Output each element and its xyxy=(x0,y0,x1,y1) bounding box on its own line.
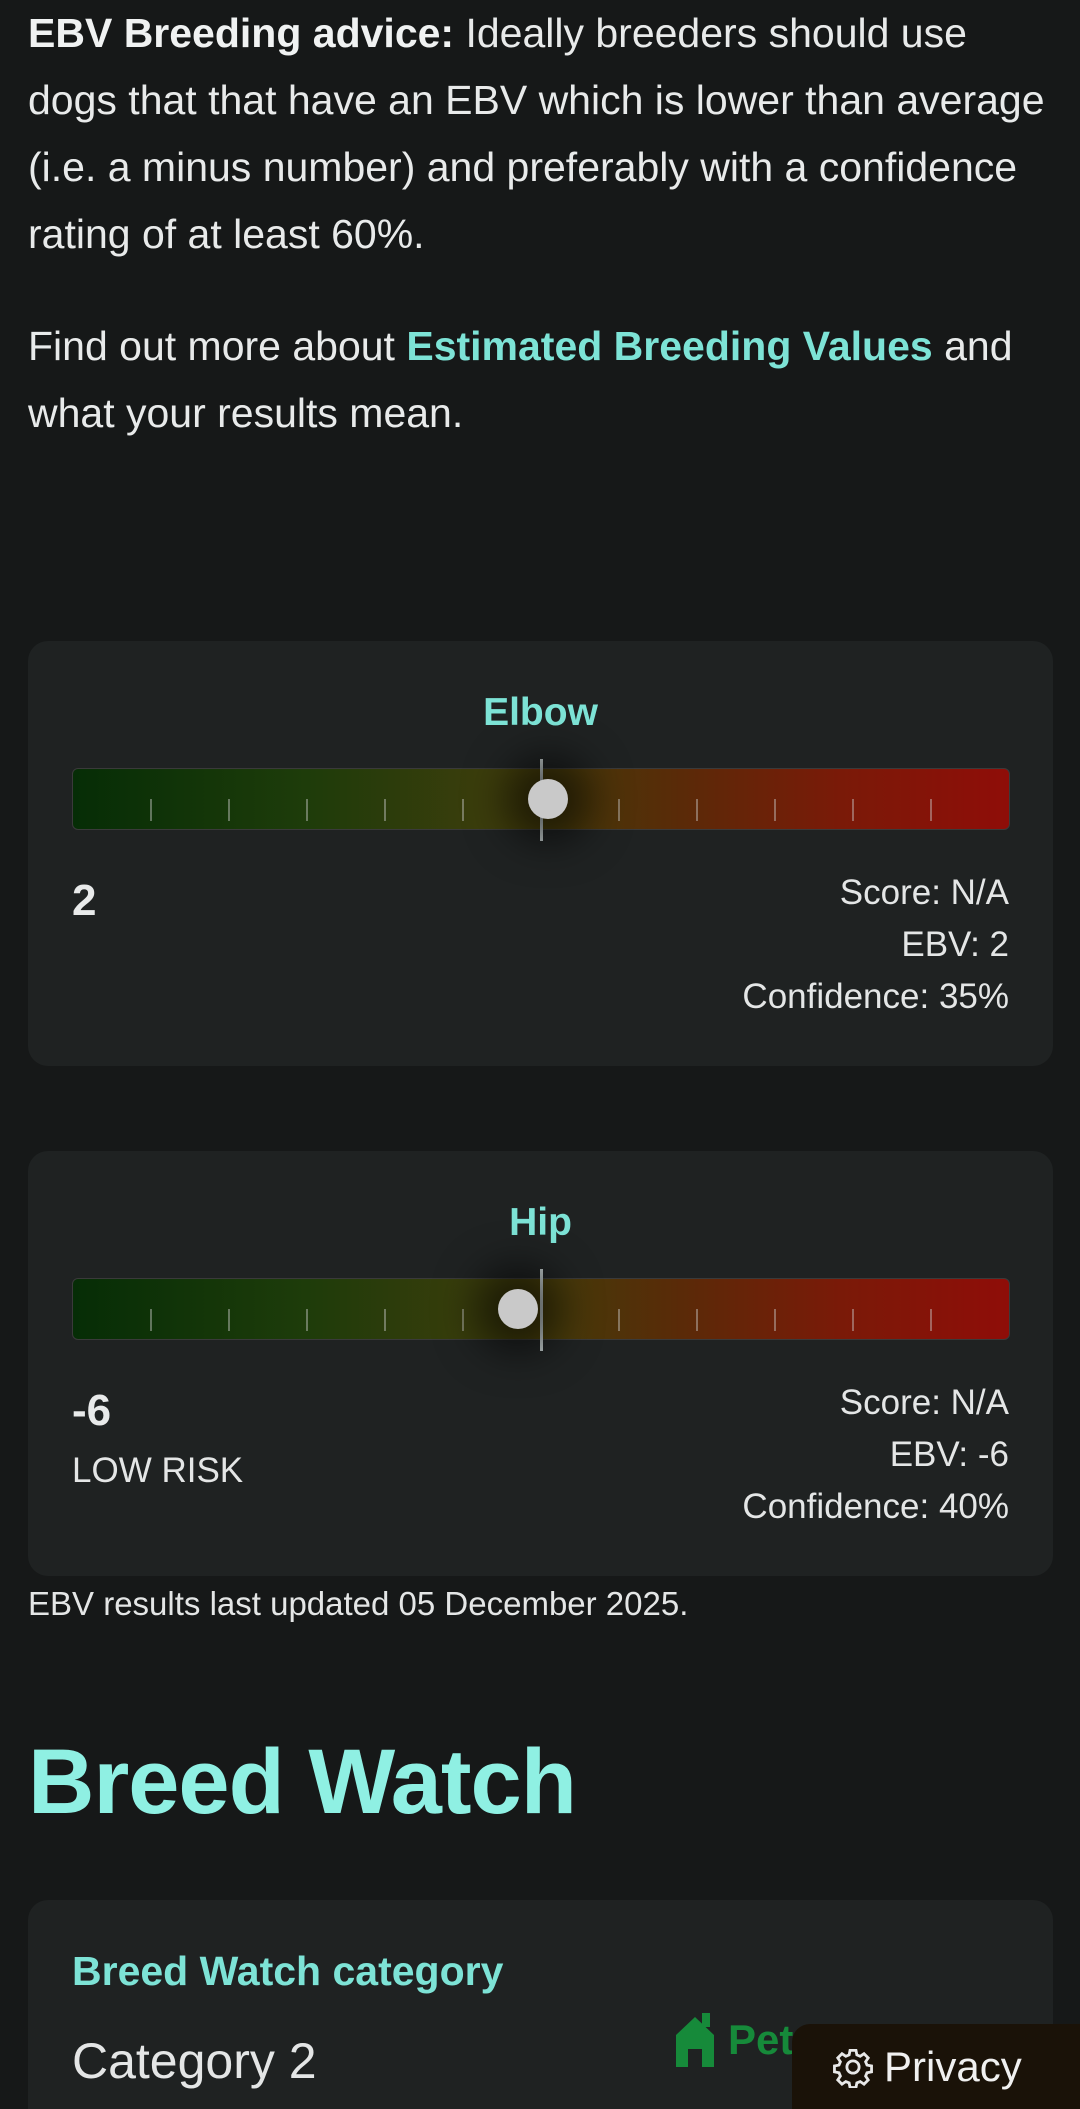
elbow-scale-bar xyxy=(72,759,1010,841)
hip-score: Score: N/A xyxy=(839,1383,1009,1422)
ebv-link[interactable]: Estimated Breeding Values xyxy=(406,323,932,369)
scale-tick xyxy=(384,1309,386,1331)
scale-tick xyxy=(696,799,698,821)
hip-card: Hip -6 LOW RISK Score: N/A EBV: -6 Confi… xyxy=(28,1151,1053,1576)
elbow-card: Elbow 2 Score: N/A EBV: 2 Confidence: 35… xyxy=(28,641,1053,1066)
scale-tick xyxy=(774,1309,776,1331)
hip-confidence: Confidence: 40% xyxy=(742,1487,1009,1526)
scale-tick xyxy=(306,799,308,821)
breed-watch-category-value: Category 2 xyxy=(72,2033,317,2089)
elbow-ebv-value: 2 xyxy=(72,876,97,925)
scale-tick xyxy=(852,1309,854,1331)
hip-ebv-value: -6 xyxy=(72,1386,112,1435)
elbow-confidence: Confidence: 35% xyxy=(742,977,1009,1016)
scale-tick xyxy=(150,799,152,821)
scale-tick xyxy=(228,799,230,821)
advice-label: EBV Breeding advice: xyxy=(28,10,455,56)
scale-tick xyxy=(774,799,776,821)
hip-stats: Score: N/A EBV: -6 Confidence: 40% xyxy=(742,1377,1009,1533)
hip-risk-label: LOW RISK xyxy=(72,1451,244,1490)
hip-scale-bar xyxy=(72,1269,1010,1351)
scale-tick xyxy=(852,799,854,821)
privacy-label: Privacy xyxy=(884,2042,1022,2090)
elbow-title: Elbow xyxy=(483,691,598,734)
breed-watch-category-label: Breed Watch category xyxy=(72,1948,504,1994)
hip-marker xyxy=(497,1289,538,1329)
gear-icon xyxy=(833,2048,873,2088)
privacy-button[interactable]: Privacy xyxy=(792,2024,1080,2109)
scale-tick xyxy=(306,1309,308,1331)
elbow-stats: Score: N/A EBV: 2 Confidence: 35% xyxy=(742,867,1009,1023)
page: EBV Breeding advice: Ideally breeders sh… xyxy=(0,0,1080,2109)
hip-ebv: EBV: -6 xyxy=(889,1435,1009,1474)
scale-tick xyxy=(384,799,386,821)
scale-tick xyxy=(150,1309,152,1331)
scale-tick xyxy=(930,799,932,821)
scale-tick xyxy=(618,1309,620,1331)
hip-average-line xyxy=(539,1269,543,1351)
scale-tick xyxy=(930,1309,932,1331)
elbow-score: Score: N/A xyxy=(839,873,1009,912)
house-logo-icon xyxy=(676,2013,714,2067)
elbow-marker xyxy=(528,779,569,819)
scale-tick xyxy=(228,1309,230,1331)
scale-tick xyxy=(462,799,464,821)
breed-watch-heading: Breed Watch xyxy=(28,1731,577,1833)
elbow-ebv: EBV: 2 xyxy=(901,925,1009,964)
find-out-more-text: Find out more about Estimated Breeding V… xyxy=(28,313,1058,447)
more-prefix: Find out more about xyxy=(28,323,407,369)
scale-tick xyxy=(696,1309,698,1331)
hip-title: Hip xyxy=(509,1201,572,1244)
ebv-breeding-advice: EBV Breeding advice: Ideally breeders sh… xyxy=(28,0,1058,268)
scale-tick xyxy=(618,799,620,821)
ebv-updated-note: EBV results last updated 05 December 202… xyxy=(28,1585,689,1622)
scale-tick xyxy=(462,1309,464,1331)
